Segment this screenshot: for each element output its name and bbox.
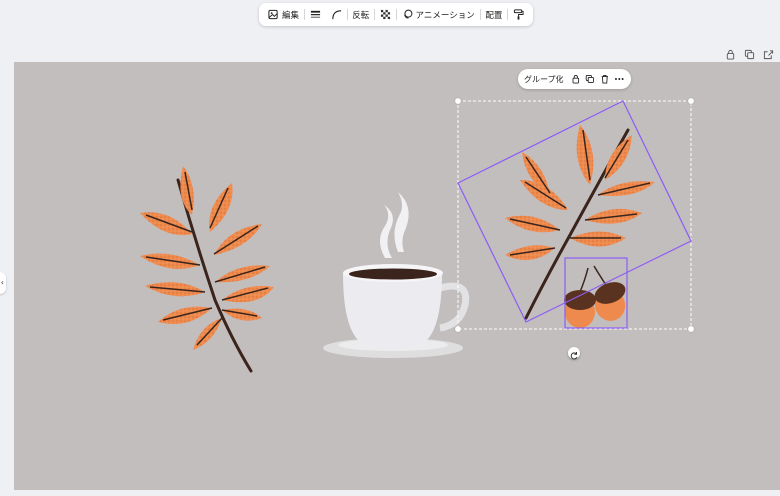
- resize-handle: [687, 97, 695, 105]
- canvas-artwork: [140, 97, 695, 373]
- resize-handle: [454, 325, 462, 333]
- group-toolbar: グループ化: [518, 69, 631, 89]
- lock-icon[interactable]: [571, 74, 581, 84]
- coffee-cup-illustration[interactable]: [323, 192, 470, 358]
- group-button[interactable]: グループ化: [524, 74, 564, 85]
- acorns-illustration[interactable]: [564, 265, 630, 328]
- autumn-branch-right[interactable]: [505, 125, 655, 320]
- more-icon[interactable]: [614, 74, 625, 84]
- resize-handle: [454, 97, 462, 105]
- trash-icon[interactable]: [600, 74, 610, 84]
- resize-handle: [687, 325, 695, 333]
- duplicate-icon[interactable]: [585, 74, 595, 84]
- rotate-handle[interactable]: [568, 347, 580, 360]
- rotate-icon: [570, 352, 578, 360]
- autumn-branch-left[interactable]: [140, 166, 274, 373]
